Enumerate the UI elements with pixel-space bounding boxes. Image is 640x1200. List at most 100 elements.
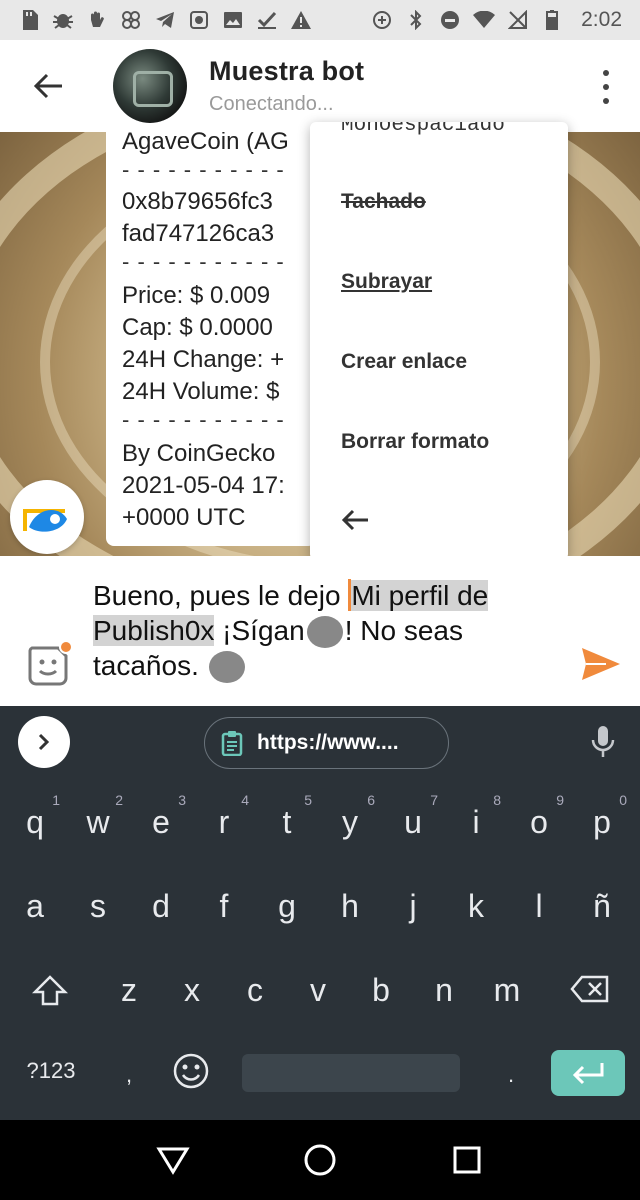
key-k[interactable]: k <box>451 888 501 925</box>
status-time: 2:02 <box>581 8 622 31</box>
send-icon <box>582 648 620 680</box>
triangle-back-icon <box>156 1147 190 1175</box>
message-bubble[interactable]: AgaveCoin (AG - - - - - - - - - - - 0x8b… <box>106 132 316 546</box>
key-h[interactable]: h <box>325 888 375 925</box>
pinwheel-icon <box>120 9 142 31</box>
message-input[interactable]: Bueno, pues le dejo Mi perfil de Publish… <box>93 578 563 683</box>
message-line: +0000 UTC <box>122 504 246 531</box>
message-line: Price: $ 0.009 <box>122 282 271 309</box>
enter-icon <box>572 1063 604 1085</box>
key-u[interactable]: u7 <box>388 792 438 841</box>
key-s[interactable]: s <box>73 888 123 925</box>
key-t[interactable]: t5 <box>262 792 312 841</box>
key-e[interactable]: e3 <box>136 792 186 841</box>
key-l[interactable]: l <box>514 888 564 925</box>
period-key[interactable]: . <box>486 1062 536 1088</box>
key-r[interactable]: r4 <box>199 792 249 841</box>
shift-icon <box>31 975 69 1006</box>
format-context-menu: Monoespaciado Tachado Subrayar Crear enl… <box>310 122 568 560</box>
no-signal-icon <box>507 9 529 31</box>
key-v[interactable]: v <box>293 972 343 1009</box>
space-key[interactable] <box>242 1054 460 1092</box>
menu-item-clear-format[interactable]: Borrar formato <box>341 430 489 454</box>
avatar[interactable] <box>113 49 187 123</box>
keyboard-expand-button[interactable] <box>18 716 70 768</box>
message-line: By CoinGecko <box>122 440 276 467</box>
shift-key[interactable] <box>25 974 75 1016</box>
symbols-key[interactable]: ?123 <box>16 1058 86 1084</box>
enter-key[interactable] <box>551 1050 625 1096</box>
bot-logo-icon <box>23 509 67 532</box>
more-options-button[interactable] <box>596 70 616 104</box>
message-separator: - - - - - - - - - - - <box>122 407 285 432</box>
send-button[interactable] <box>580 646 622 686</box>
key-j[interactable]: j <box>388 888 438 925</box>
key-w[interactable]: w2 <box>73 792 123 841</box>
key-p[interactable]: p0 <box>577 792 627 841</box>
menu-item-underline[interactable]: Subrayar <box>341 270 432 294</box>
notification-icons <box>18 9 312 31</box>
key-x[interactable]: x <box>167 972 217 1009</box>
key-a[interactable]: a <box>10 888 60 925</box>
menu-back-button[interactable] <box>340 500 380 540</box>
cursor-handle[interactable] <box>208 651 245 683</box>
nav-back-button[interactable] <box>153 1140 193 1180</box>
voice-input-button[interactable] <box>590 724 616 760</box>
key-g[interactable]: g <box>262 888 312 925</box>
status-bar: 2:02 <box>0 0 640 40</box>
chevron-right-icon <box>38 733 50 751</box>
message-line: 24H Change: + <box>122 346 285 373</box>
selection-handle[interactable] <box>306 616 343 648</box>
nav-recents-button[interactable] <box>447 1140 487 1180</box>
key-y[interactable]: y6 <box>325 792 375 841</box>
sticker-button[interactable] <box>26 640 73 688</box>
whatsapp-icon <box>188 9 210 31</box>
menu-item-create-link[interactable]: Crear enlace <box>341 350 467 374</box>
key-m[interactable]: m <box>482 972 532 1009</box>
check-icon <box>256 9 278 31</box>
bluetooth-icon <box>405 9 427 31</box>
chat-header: Muestra bot Conectando... <box>0 40 640 132</box>
message-line: 0x8b79656fc3 <box>122 188 273 215</box>
clipboard-suggestion-chip[interactable]: https://www.... <box>204 717 449 769</box>
clipboard-text: https://www.... <box>257 731 399 754</box>
chat-title-block[interactable]: Muestra bot Conectando... <box>209 56 364 116</box>
system-navigation-bar <box>0 1120 640 1200</box>
message-line: AgaveCoin (AG <box>122 132 289 155</box>
key-n[interactable]: n <box>419 972 469 1009</box>
back-button[interactable] <box>18 56 78 116</box>
nav-home-button[interactable] <box>300 1140 340 1180</box>
menu-item-strikethrough[interactable]: Tachado <box>341 190 426 214</box>
message-line: fad747126ca3 <box>122 220 275 247</box>
key-o[interactable]: o9 <box>514 792 564 841</box>
telegram-icon <box>154 9 176 31</box>
key-q[interactable]: q1 <box>10 792 60 841</box>
comma-key[interactable]: , <box>104 1062 154 1088</box>
message-line: 24H Volume: $ <box>122 378 280 405</box>
hand-icon <box>86 9 108 31</box>
message-line: Cap: $ 0.0000 <box>122 314 273 341</box>
key-f[interactable]: f <box>199 888 249 925</box>
data-saver-icon <box>371 9 393 31</box>
message-separator: - - - - - - - - - - - <box>122 249 285 274</box>
key-z[interactable]: z <box>104 972 154 1009</box>
more-vert-icon <box>603 70 609 76</box>
menu-item-monospace[interactable]: Monoespaciado <box>341 122 505 137</box>
chat-title: Muestra bot <box>209 56 365 86</box>
backspace-key[interactable] <box>565 974 615 1012</box>
selected-text: Publish0x <box>93 615 215 646</box>
wifi-icon <box>473 9 496 31</box>
key-ñ[interactable]: ñ <box>577 888 627 925</box>
emoji-key[interactable] <box>166 1052 216 1098</box>
message-separator: - - - - - - - - - - - <box>122 157 285 182</box>
key-b[interactable]: b <box>356 972 406 1009</box>
key-i[interactable]: i8 <box>451 792 501 841</box>
key-d[interactable]: d <box>136 888 186 925</box>
clipboard-icon <box>221 731 243 756</box>
battery-icon <box>541 9 563 31</box>
key-c[interactable]: c <box>230 972 280 1009</box>
bot-app-button[interactable] <box>10 480 84 554</box>
keyboard: q1w2e3r4t5y6u7i8o9p0 asdfghjklñ zxcvbnm … <box>0 778 640 1120</box>
sd-card-icon <box>18 9 40 31</box>
backspace-icon <box>570 975 609 1003</box>
